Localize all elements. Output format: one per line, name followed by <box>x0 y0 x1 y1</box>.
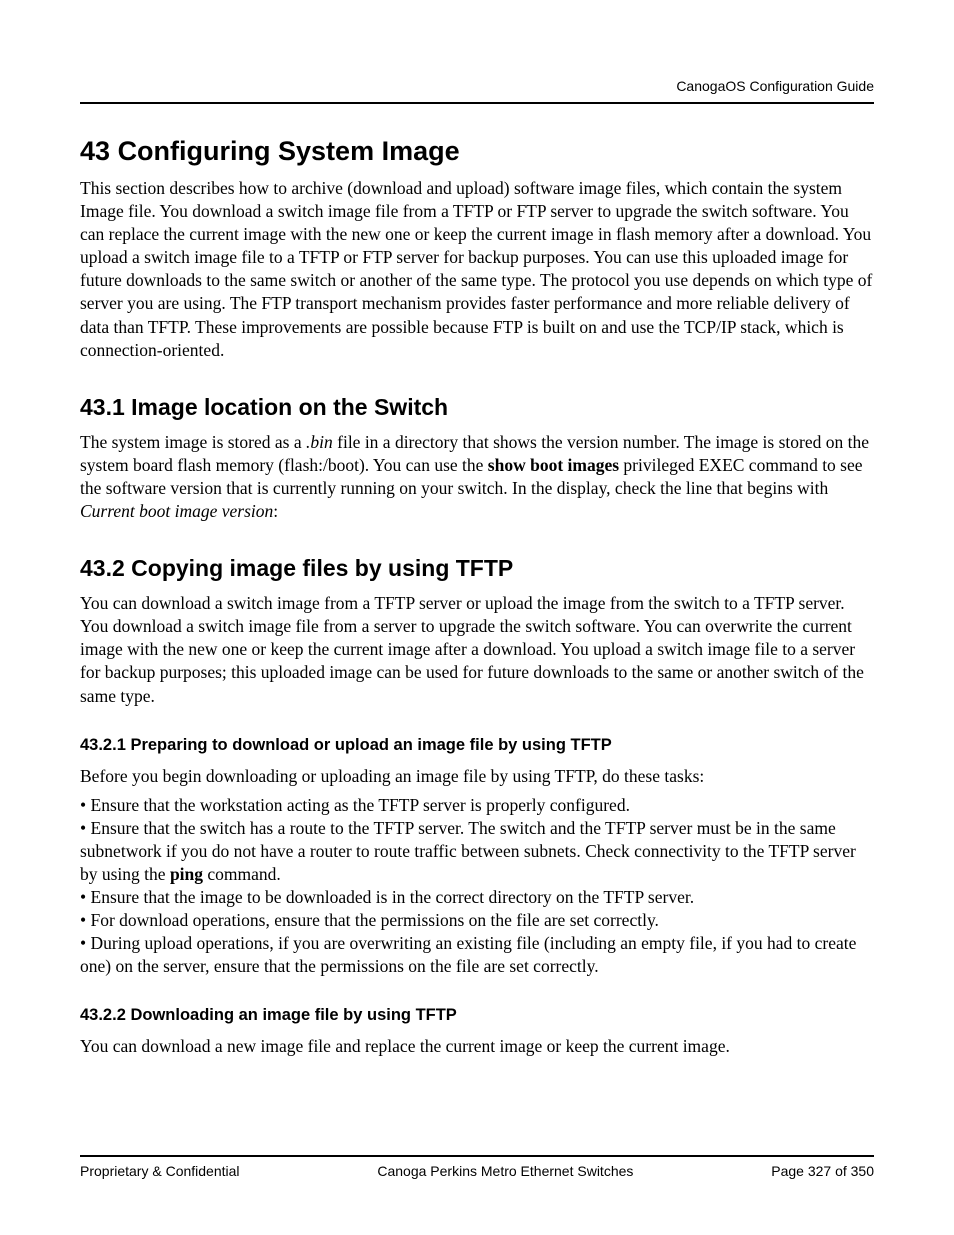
page-header: CanogaOS Configuration Guide <box>80 78 874 104</box>
footer-right: Page 327 of 350 <box>771 1163 874 1179</box>
section-heading-43-2: 43.2 Copying image files by using TFTP <box>80 555 874 582</box>
intro-paragraph: This section describes how to archive (d… <box>80 177 874 362</box>
section-43-2-paragraph: You can download a switch image from a T… <box>80 592 874 707</box>
chapter-heading: 43 Configuring System Image <box>80 136 874 167</box>
text-fragment: command. <box>203 864 281 884</box>
list-item: • Ensure that the workstation acting as … <box>80 794 874 817</box>
subsection-heading-43-2-1: 43.2.1 Preparing to download or upload a… <box>80 736 874 755</box>
section-heading-43-1: 43.1 Image location on the Switch <box>80 394 874 421</box>
chapter-number: 43 <box>80 136 110 166</box>
footer-left: Proprietary & Confidential <box>80 1163 240 1179</box>
task-list: • Ensure that the workstation acting as … <box>80 794 874 979</box>
show-boot-images-cmd: show boot images <box>488 455 619 475</box>
chapter-title: Configuring System Image <box>118 136 460 166</box>
document-page: CanogaOS Configuration Guide 43 Configur… <box>0 0 954 1235</box>
current-boot-image-version: Current boot image version <box>80 501 273 521</box>
section-43-1-paragraph: The system image is stored as a .bin fil… <box>80 431 874 523</box>
list-item: • During upload operations, if you are o… <box>80 932 874 978</box>
text-fragment: : <box>273 501 278 521</box>
list-item: • Ensure that the image to be downloaded… <box>80 886 874 909</box>
doc-title: CanogaOS Configuration Guide <box>676 78 874 94</box>
subsection-heading-43-2-2: 43.2.2 Downloading an image file by usin… <box>80 1006 874 1025</box>
footer-center: Canoga Perkins Metro Ethernet Switches <box>377 1163 633 1179</box>
page-footer: Proprietary & Confidential Canoga Perkin… <box>80 1155 874 1179</box>
subsection-lead: Before you begin downloading or uploadin… <box>80 765 874 788</box>
list-item: • Ensure that the switch has a route to … <box>80 817 874 886</box>
ping-cmd: ping <box>170 864 203 884</box>
text-fragment: The system image is stored as a <box>80 432 306 452</box>
list-item: • For download operations, ensure that t… <box>80 909 874 932</box>
subsection-43-2-2-paragraph: You can download a new image file and re… <box>80 1035 874 1058</box>
bin-extension: .bin <box>306 432 333 452</box>
